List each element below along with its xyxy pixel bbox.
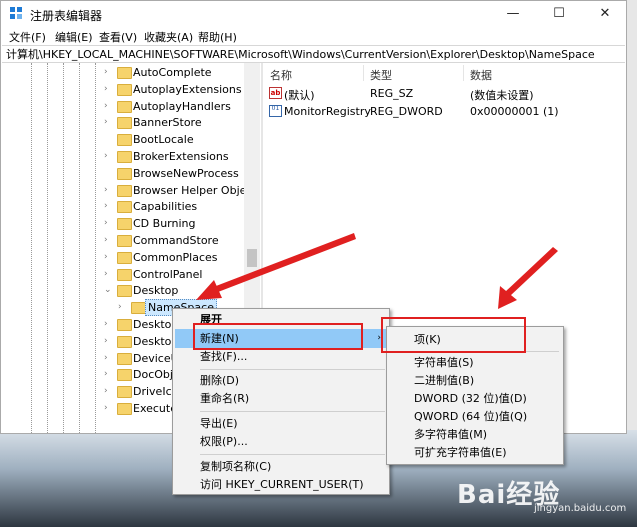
annotation-arrows [196, 233, 558, 309]
annotation-arrow-1 [216, 233, 356, 292]
watermark-url: jingyan.baidu.com [534, 503, 627, 514]
annotation-arrow-2 [505, 247, 558, 296]
annotation-arrow-1-head [196, 280, 222, 300]
